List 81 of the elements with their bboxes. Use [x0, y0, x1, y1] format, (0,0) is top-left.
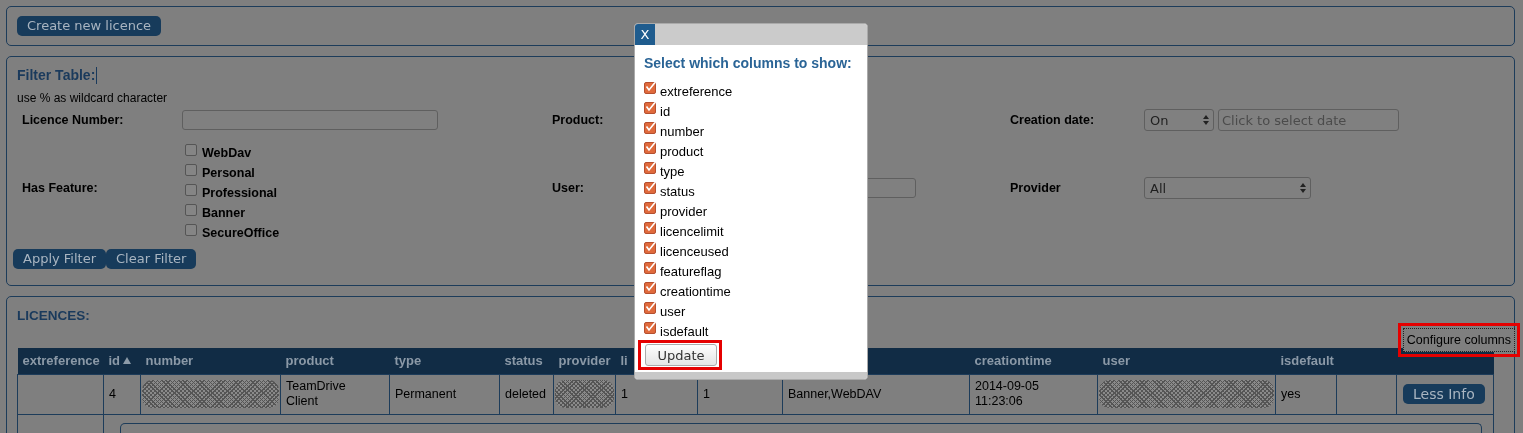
checkbox[interactable]	[644, 82, 656, 94]
update-button[interactable]: Update	[645, 344, 717, 366]
configure-columns-button[interactable]: Configure columns	[1402, 328, 1515, 352]
checkbox[interactable]	[644, 142, 656, 154]
table-cell: Permanent	[395, 387, 457, 401]
hint-text: use % as wildcard character	[17, 91, 168, 105]
table-cell: 1	[621, 387, 628, 401]
table-cell: 4	[109, 387, 116, 401]
less-info-button[interactable]: Less Info	[1403, 384, 1485, 404]
column-header[interactable]: id	[108, 353, 121, 369]
column-header[interactable]: user	[1102, 353, 1130, 369]
checkbox-label: creationtime	[660, 283, 731, 299]
table-cell-text: TeamDrive Client	[286, 379, 347, 409]
checkbox-label: status	[660, 183, 695, 199]
checkbox[interactable]	[185, 144, 197, 156]
checkbox-label: WebDav	[202, 146, 252, 160]
text-cursor	[96, 66, 98, 84]
checkbox-label: number	[660, 123, 705, 139]
field-label: Provider	[1010, 181, 1061, 195]
checkbox-label: featureflag	[660, 263, 722, 279]
checkbox-label: id	[660, 103, 671, 119]
provider-select[interactable]: All	[1144, 177, 1311, 199]
column-header[interactable]: number	[145, 353, 194, 369]
checkbox[interactable]	[644, 222, 656, 234]
field-label: Creation date:	[1010, 113, 1095, 127]
column-header[interactable]: type	[394, 353, 422, 369]
checkbox[interactable]	[185, 164, 197, 176]
checkbox[interactable]	[644, 262, 656, 274]
filter-button[interactable]: Clear Filter	[106, 249, 197, 269]
column-header[interactable]: provider	[558, 353, 611, 369]
filter-button[interactable]: Apply Filter	[13, 249, 107, 269]
checkbox[interactable]	[644, 162, 656, 174]
checkbox[interactable]	[644, 182, 656, 194]
licence-number-field[interactable]	[182, 110, 438, 130]
checkbox[interactable]	[644, 102, 656, 114]
checkbox-label: provider	[660, 203, 707, 219]
field-label: Has Feature:	[22, 181, 98, 195]
column-header[interactable]: isdefault	[1280, 353, 1334, 369]
checkbox[interactable]	[185, 224, 197, 236]
table-cell: deleted	[505, 387, 546, 401]
date-mode-select[interactable]: On	[1144, 109, 1214, 131]
checkbox-label: SecureOffice	[202, 226, 280, 240]
checkbox[interactable]	[644, 282, 656, 294]
table-cell-text: 2014-09-05 11:23:06	[975, 379, 1040, 409]
table-cell: yes	[1281, 387, 1301, 401]
checkbox-label: extreference	[660, 83, 733, 99]
licences-title: LICENCES:	[17, 308, 90, 323]
checkbox-label: licencelimit	[660, 223, 724, 239]
create-licence-button[interactable]: Create new licence	[17, 16, 162, 36]
sort-ascending-icon	[123, 357, 132, 365]
spinner-icon	[1203, 115, 1209, 125]
checkbox[interactable]	[644, 242, 656, 254]
checkbox-label: licenceused	[660, 243, 729, 259]
field-label: User:	[552, 181, 584, 195]
redacted-mask	[555, 380, 614, 408]
column-header[interactable]: li	[620, 353, 628, 369]
column-header[interactable]: product	[285, 353, 334, 369]
dialog-title: Select which columns to show:	[644, 55, 853, 71]
checkbox[interactable]	[644, 302, 656, 314]
checkbox[interactable]	[185, 204, 197, 216]
checkbox[interactable]	[644, 202, 656, 214]
column-header[interactable]: status	[504, 353, 543, 369]
table-cell: 1	[703, 387, 710, 401]
close-button[interactable]: X	[635, 24, 655, 45]
table-cell: Banner,WebDAV	[788, 387, 882, 401]
checkbox[interactable]	[185, 184, 197, 196]
checkbox-label: Professional	[202, 186, 278, 200]
field-label: Licence Number:	[22, 113, 124, 127]
checkbox[interactable]	[644, 122, 656, 134]
checkbox[interactable]	[644, 322, 656, 334]
checkbox-label: Banner	[202, 206, 246, 220]
checkbox-label: Personal	[202, 166, 255, 180]
column-header[interactable]: creationtime	[974, 353, 1052, 369]
checkbox-label: product	[660, 143, 704, 159]
spinner-icon	[1300, 183, 1306, 193]
column-header[interactable]: extreference	[22, 353, 100, 369]
field-label: Product:	[552, 113, 604, 127]
filter-title: Filter Table:	[17, 67, 96, 83]
checkbox-label: isdefault	[660, 323, 709, 339]
checkbox-label: user	[660, 303, 686, 319]
checkbox-label: type	[660, 163, 685, 179]
